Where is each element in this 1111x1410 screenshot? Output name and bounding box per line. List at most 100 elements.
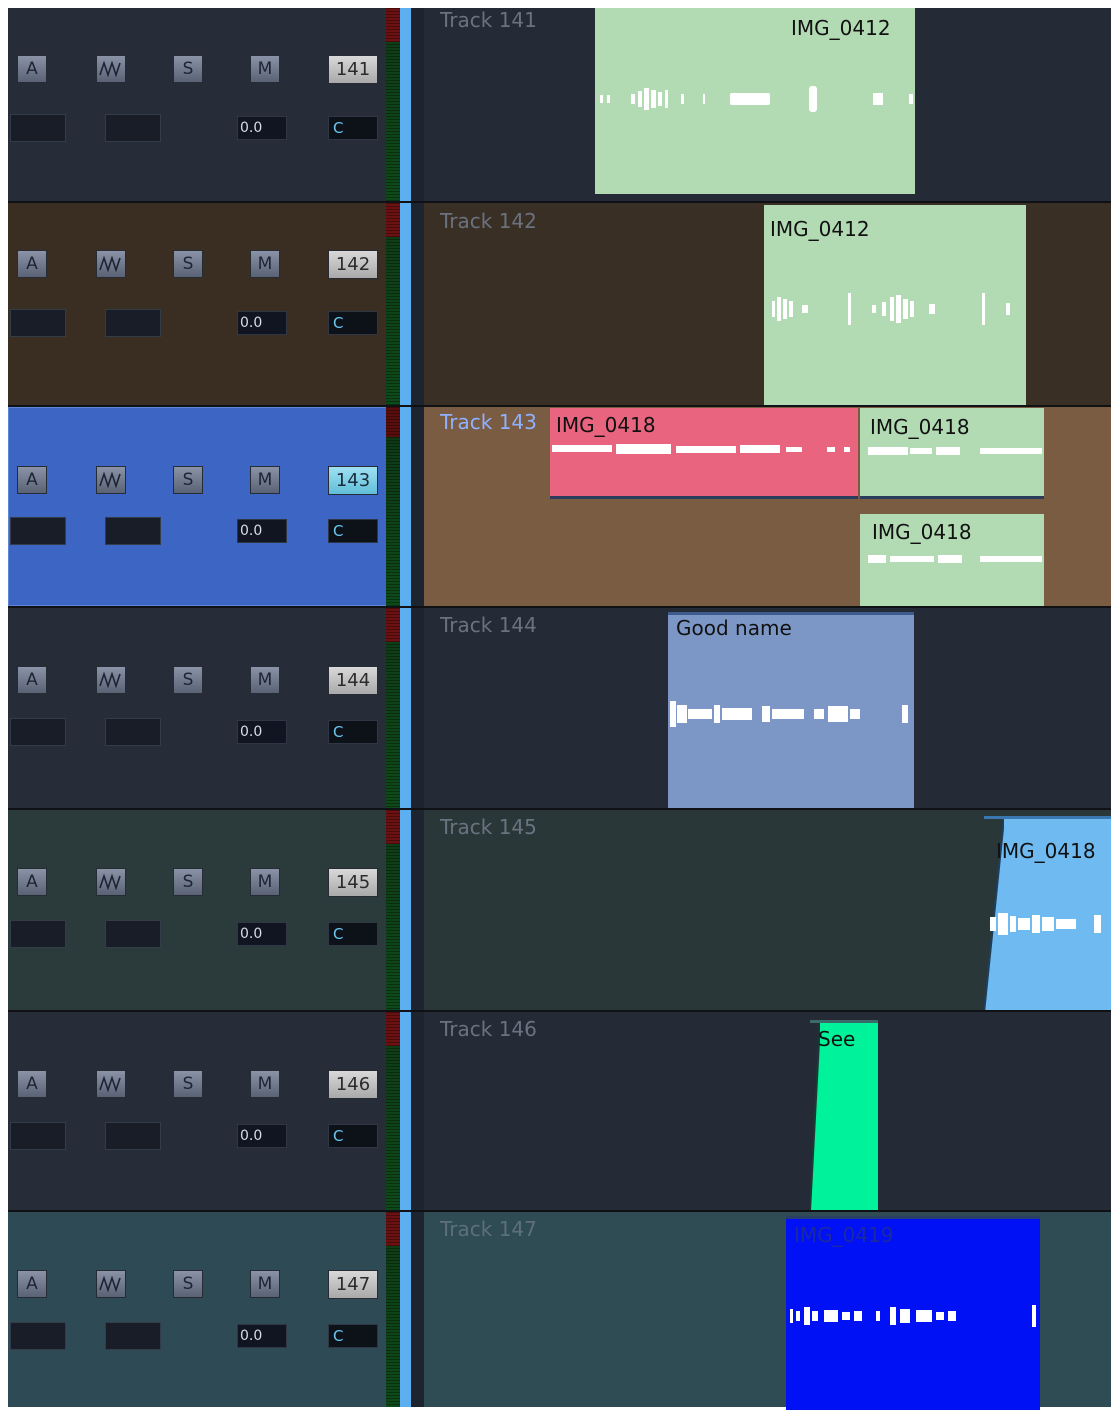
input-selector[interactable] <box>10 309 66 337</box>
mute-button[interactable]: M <box>250 666 280 694</box>
pan-field[interactable]: C <box>328 1324 378 1348</box>
waveform-button[interactable] <box>96 1270 126 1298</box>
mute-button[interactable]: M <box>250 1070 280 1098</box>
clip-waveform <box>772 293 1010 325</box>
pan-field[interactable]: C <box>328 519 378 543</box>
mute-button[interactable]: M <box>250 1270 280 1298</box>
waveform-button[interactable] <box>96 55 126 83</box>
audio-clip[interactable]: IMG_0418 <box>984 816 1111 1013</box>
solo-button[interactable]: S <box>173 250 203 278</box>
solo-button[interactable]: S <box>173 466 203 494</box>
audio-clip[interactable]: IMG_0418 <box>550 408 858 499</box>
solo-button[interactable]: S <box>173 1270 203 1298</box>
automation-button[interactable]: A <box>17 55 47 83</box>
lane-label: Track 143 <box>440 410 537 434</box>
automation-button[interactable]: A <box>17 1070 47 1098</box>
volume-field[interactable]: 0.0 <box>237 311 287 335</box>
level-meter <box>386 810 400 1010</box>
clip-name: IMG_0418 <box>870 415 970 439</box>
pan-field[interactable]: C <box>328 1124 378 1148</box>
track-number[interactable]: 144 <box>328 666 378 695</box>
audio-clip[interactable]: IMG_0418 <box>860 408 1044 499</box>
solo-button[interactable]: S <box>173 55 203 83</box>
audio-clip[interactable]: Good name <box>668 612 914 811</box>
track-lane-145[interactable]: Track 145 IMG_0418 <box>424 810 1111 1013</box>
track-lane-143[interactable]: Track 143 IMG_0418 IMG_0418 IMG_0418 <box>424 407 1111 606</box>
clip-name: IMG_0419 <box>794 1223 894 1247</box>
track-header-143[interactable]: A S M 143 0.0 C <box>8 407 400 606</box>
automation-button[interactable]: A <box>17 250 47 278</box>
waveform-icon <box>99 1075 121 1093</box>
automation-button[interactable]: A <box>17 868 47 896</box>
track-lane-142[interactable]: Track 142 IMG_0412 <box>424 203 1111 405</box>
output-selector[interactable] <box>105 718 161 746</box>
audio-clip[interactable]: IMG_0412 <box>764 205 1026 405</box>
track-lane-144[interactable]: Track 144 Good name <box>424 608 1111 811</box>
pan-field[interactable]: C <box>328 116 378 140</box>
audio-clip[interactable]: IMG_0418 <box>860 514 1044 606</box>
input-selector[interactable] <box>10 517 66 545</box>
output-selector[interactable] <box>105 309 161 337</box>
track-number[interactable]: 146 <box>328 1070 378 1099</box>
mute-button[interactable]: M <box>250 868 280 896</box>
mute-button[interactable]: M <box>250 55 280 83</box>
automation-button[interactable]: A <box>17 1270 47 1298</box>
output-selector[interactable] <box>105 920 161 948</box>
automation-button[interactable]: A <box>17 666 47 694</box>
volume-field[interactable]: 0.0 <box>237 720 287 744</box>
audio-clip[interactable]: See <box>810 1020 878 1211</box>
input-selector[interactable] <box>10 718 66 746</box>
fade-in-handle[interactable] <box>810 1023 820 1211</box>
input-selector[interactable] <box>10 1322 66 1350</box>
volume-field[interactable]: 0.0 <box>237 922 287 946</box>
track-header-144[interactable]: A S M 144 0.0 C <box>8 608 400 808</box>
output-selector[interactable] <box>105 1322 161 1350</box>
waveform-button[interactable] <box>96 250 126 278</box>
track-header-147[interactable]: A S M 147 0.0 C <box>8 1212 400 1407</box>
lane-label: Track 141 <box>440 8 537 32</box>
mute-button[interactable]: M <box>250 466 280 494</box>
solo-button[interactable]: S <box>173 1070 203 1098</box>
track-number[interactable]: 147 <box>328 1270 378 1299</box>
output-selector[interactable] <box>105 114 161 142</box>
header-divider-shadow <box>411 8 424 1407</box>
track-lane-147[interactable]: Track 147 IMG_0419 <box>424 1212 1111 1410</box>
header-divider-bar[interactable] <box>400 8 411 1407</box>
solo-button[interactable]: S <box>173 666 203 694</box>
volume-field[interactable]: 0.0 <box>237 1124 287 1148</box>
track-header-145[interactable]: A S M 145 0.0 C <box>8 810 400 1010</box>
input-selector[interactable] <box>10 920 66 948</box>
pan-field[interactable]: C <box>328 720 378 744</box>
solo-button[interactable]: S <box>173 868 203 896</box>
waveform-button[interactable] <box>96 666 126 694</box>
level-meter <box>386 203 400 405</box>
volume-field[interactable]: 0.0 <box>237 1324 287 1348</box>
output-selector[interactable] <box>105 517 161 545</box>
track-header-142[interactable]: A S M 142 0.0 C <box>8 203 400 405</box>
track-header-146[interactable]: A S M 146 0.0 C <box>8 1012 400 1210</box>
waveform-button[interactable] <box>96 466 126 494</box>
track-header-141[interactable]: A S M 141 0.0 C <box>8 8 400 201</box>
track-number[interactable]: 145 <box>328 868 378 897</box>
input-selector[interactable] <box>10 1122 66 1150</box>
automation-button[interactable]: A <box>17 466 47 494</box>
volume-field[interactable]: 0.0 <box>237 519 287 543</box>
waveform-icon <box>99 1275 121 1293</box>
track-number[interactable]: 143 <box>328 466 378 495</box>
track-lane-146[interactable]: Track 146 See <box>424 1012 1111 1211</box>
volume-field[interactable]: 0.0 <box>237 116 287 140</box>
input-selector[interactable] <box>10 114 66 142</box>
pan-field[interactable]: C <box>328 922 378 946</box>
track-number[interactable]: 141 <box>328 55 378 84</box>
clip-name: IMG_0412 <box>770 217 870 241</box>
track-lane-141[interactable]: Track 141 IMG_0412 <box>424 8 1111 201</box>
track-number[interactable]: 142 <box>328 250 378 279</box>
waveform-button[interactable] <box>96 868 126 896</box>
waveform-button[interactable] <box>96 1070 126 1098</box>
audio-clip[interactable]: IMG_0412 <box>595 8 915 194</box>
audio-clip[interactable]: IMG_0419 <box>786 1216 1040 1410</box>
clip-name: Good name <box>676 616 792 640</box>
pan-field[interactable]: C <box>328 311 378 335</box>
output-selector[interactable] <box>105 1122 161 1150</box>
mute-button[interactable]: M <box>250 250 280 278</box>
